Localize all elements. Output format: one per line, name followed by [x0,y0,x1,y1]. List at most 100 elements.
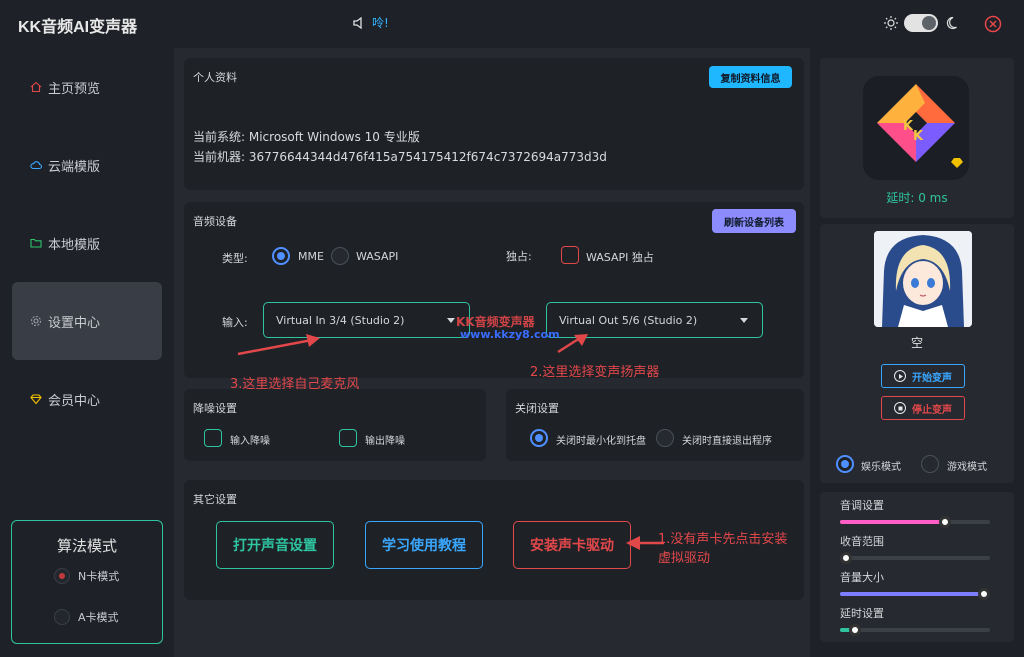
wasapi-exclusive-checkbox[interactable] [561,246,579,264]
notice-text: 呤! [372,16,389,30]
refresh-devices-button[interactable]: 刷新设备列表 [712,209,796,233]
sidebar-item-settings[interactable]: 设置中心 [12,282,162,360]
pitch-slider[interactable] [840,516,990,528]
game-mode-label: 游戏模式 [947,462,987,473]
exit-program-label: 关闭时直接退出程序 [682,436,772,447]
tutorial-button[interactable]: 学习使用教程 [365,521,483,569]
close-settings-title: 关闭设置 [515,402,559,415]
profile-card: 个人资料 复制资料信息 当前系统: Microsoft Windows 10 专… [184,58,804,190]
input-label: 输入: [222,316,248,329]
machine-label: 当前机器: [193,150,249,164]
wasapi-exclusive-label: WASAPI 独占 [586,251,654,264]
mme-label: MME [298,250,324,263]
output-device-value: Virtual Out 5/6 (Studio 2) [559,313,698,327]
input-noise-checkbox[interactable] [204,429,222,447]
theme-toggle[interactable] [904,14,938,32]
delay-slider[interactable] [840,624,990,636]
audio-device-card: 音频设备 刷新设备列表 类型: MME WASAPI 独占: WASAPI 独占… [184,202,804,378]
volume-slider[interactable] [840,588,990,600]
watermark-url: www.kkzy8.com [460,328,560,341]
algo-option-a[interactable]: A卡模式 [54,609,119,625]
algo-option-label: N卡模式 [78,570,120,583]
character-avatar [874,231,972,327]
character-panel: 空 开始变声 停止变声 [820,224,1014,482]
radio-a-card[interactable] [54,609,70,625]
entertainment-mode-label: 娱乐模式 [861,462,901,473]
exclusive-label: 独占: [506,250,532,263]
cloud-icon [30,161,42,170]
sidebar-item-label: 会员中心 [48,393,101,409]
slider-thumb[interactable] [978,588,990,600]
sidebar-item-local[interactable]: 本地模版 [12,204,162,282]
copy-info-button[interactable]: 复制资料信息 [709,66,792,88]
slider-thumb[interactable] [939,516,951,528]
pitch-label: 音调设置 [840,499,884,512]
input-noise-label: 输入降噪 [230,436,270,447]
volume-label: 音量大小 [840,571,884,584]
radio-mme[interactable] [272,247,290,265]
algo-option-label: A卡模式 [78,611,119,624]
sidebar-item-label: 云端模版 [48,159,101,175]
profile-title: 个人资料 [193,71,237,84]
radio-entertainment-mode[interactable] [836,455,854,473]
app-title: KK音频AI变声器 [18,19,138,36]
radio-game-mode[interactable] [921,455,939,473]
sidebar: 主页预览 云端模版 本地模版 设置中心 会员中心 算法模式 N卡模式 A卡模式 [0,48,174,657]
radio-minimize-tray[interactable] [530,429,548,447]
stop-voice-change-label: 停止变声 [912,404,952,416]
system-label: 当前系统: [193,130,249,144]
delay-label: 延时设置 [840,607,884,620]
sidebar-item-home[interactable]: 主页预览 [12,48,162,126]
radio-exit-program[interactable] [656,429,674,447]
output-noise-label: 输出降噪 [365,436,405,447]
latency-readout: 延时: 0 ms [886,191,948,205]
sidebar-item-cloud[interactable]: 云端模版 [12,126,162,204]
sidebar-item-member[interactable]: 会员中心 [12,360,162,438]
algo-mode-panel: 算法模式 N卡模式 A卡模式 [11,520,163,644]
annotation-install-line1: 1.没有声卡先点击安装 [658,532,788,547]
install-driver-button[interactable]: 安装声卡驱动 [513,521,631,569]
gear-icon [30,315,42,327]
stop-voice-change-button[interactable]: 停止变声 [881,396,965,420]
stop-icon [894,402,906,414]
open-sound-settings-button[interactable]: 打开声音设置 [216,521,334,569]
algo-option-n[interactable]: N卡模式 [54,568,119,584]
annotation-output: 2.这里选择变声扬声器 [530,365,660,380]
mode-panel: 娱乐模式 游戏模式 [820,445,1014,483]
speaker-icon [353,16,362,29]
algo-mode-title: 算法模式 [56,537,117,555]
svg-text:K: K [913,129,924,144]
moon-icon [946,16,957,30]
audio-title: 音频设备 [193,215,237,228]
machine-value: 36776644344d476f415a754175412f674c737269… [248,150,607,164]
chevron-down-icon [447,318,455,323]
input-device-select[interactable]: Virtual In 3/4 (Studio 2) [263,302,470,338]
output-noise-checkbox[interactable] [339,429,357,447]
other-settings-title: 其它设置 [193,493,237,506]
chevron-down-icon [740,318,748,323]
sidebar-item-label: 主页预览 [48,81,101,97]
app-logo: K K [863,76,969,180]
slider-thumb[interactable] [849,624,861,636]
annotation-install-line2: 虚拟驱动 [658,551,711,566]
radio-n-card[interactable] [54,568,70,584]
noise-title: 降噪设置 [193,402,237,415]
close-settings-card: 关闭设置 关闭时最小化到托盘 关闭时直接退出程序 [506,389,804,461]
sun-icon [884,16,898,30]
theme-switch[interactable] [884,14,958,32]
slider-thumb[interactable] [840,552,852,564]
pickup-range-slider[interactable] [840,552,990,564]
radio-wasapi[interactable] [331,247,349,265]
noise-card: 降噪设置 输入降噪 输出降噪 [184,389,486,461]
latency-panel: K K 延时: 0 ms [820,58,1014,218]
sidebar-item-label: 设置中心 [48,315,101,331]
machine-info: 当前机器: 36776644344d476f415a754175412f674c… [193,148,607,165]
close-icon[interactable] [984,15,1002,33]
notice-area[interactable]: 呤! [352,14,389,31]
title-bar: KK音频AI变声器 呤! [0,0,1024,48]
sliders-panel: 音调设置 收音范围 音量大小 延时设置 [820,492,1014,642]
right-panel: K K 延时: 0 ms 空 开始变声 停止变声 娱乐模式 游戏模式 音调设置 … [810,48,1024,657]
system-value: Microsoft Windows 10 专业版 [248,130,420,144]
start-voice-change-button[interactable]: 开始变声 [881,364,965,388]
arrow-icon [237,334,320,356]
